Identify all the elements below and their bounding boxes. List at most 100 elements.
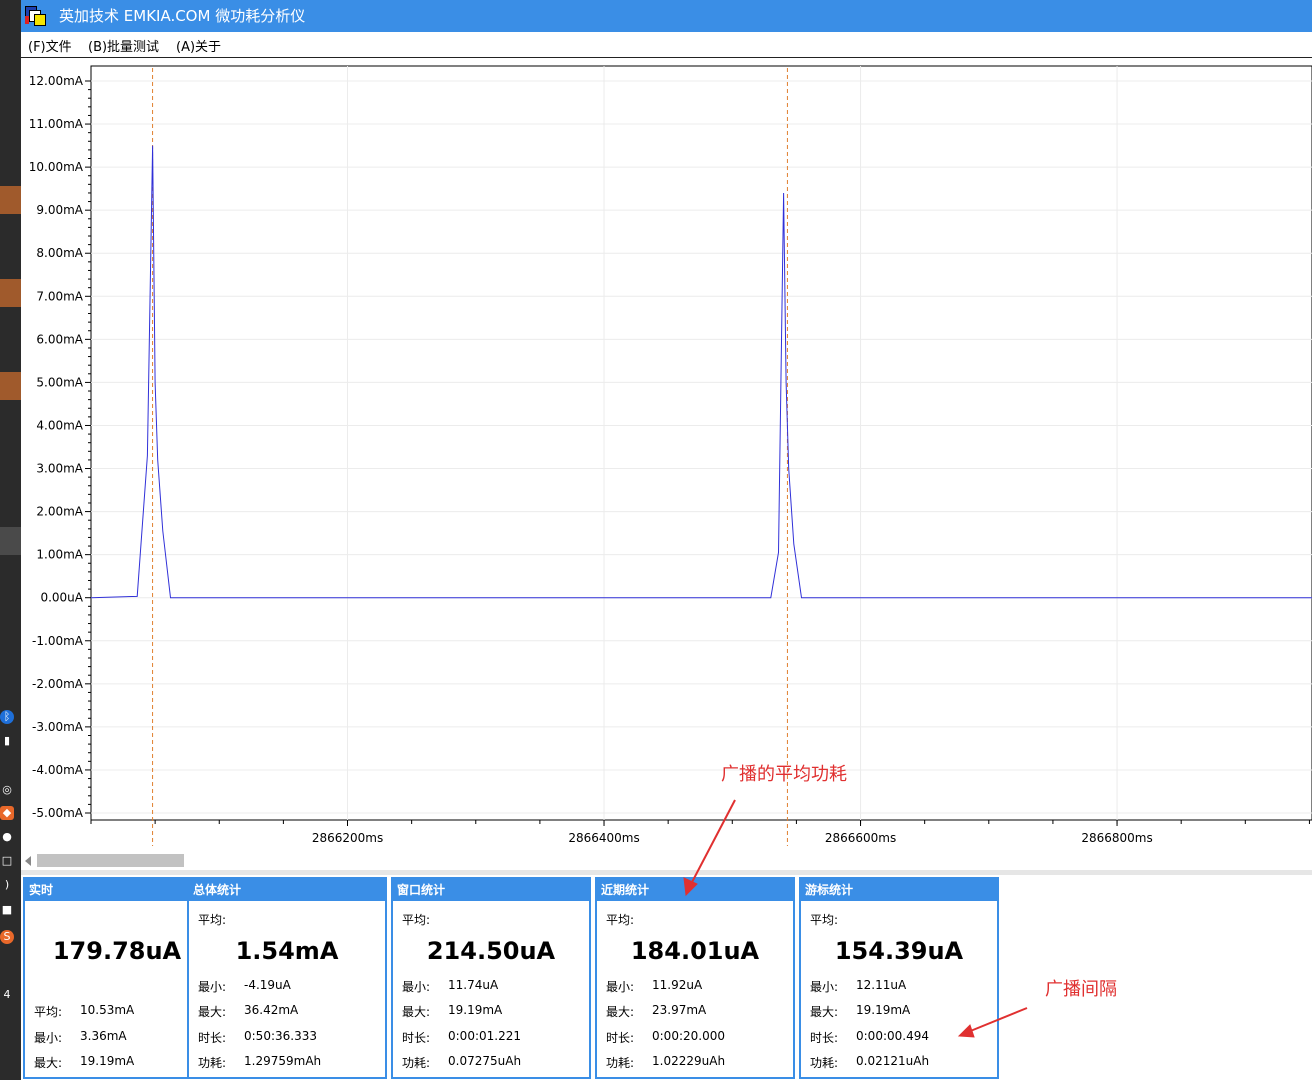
wifi-icon[interactable]: ) <box>0 878 14 892</box>
taskbar-item[interactable] <box>0 527 21 555</box>
y-tick-label: -5.00mA <box>32 806 84 820</box>
row-value: 0:00:01.221 <box>448 1029 521 1043</box>
x-tick-label: 2866800ms <box>1081 831 1152 845</box>
y-tick-label: -4.00mA <box>32 763 84 777</box>
bluetooth-icon[interactable]: ᛒ <box>0 710 14 724</box>
y-tick-label: 9.00mA <box>36 203 83 217</box>
panel-title: 窗口统计 <box>393 879 589 901</box>
panel-title: 实时 <box>25 879 209 901</box>
y-tick-label: 4.00mA <box>36 418 83 432</box>
y-tick-label: 6.00mA <box>36 332 83 346</box>
row-value: 23.97mA <box>652 1003 707 1017</box>
y-tick-label: 8.00mA <box>36 246 83 260</box>
desktop-side-strip: ᛒ ▮ ◎ ◆ ● □ ) ■ S 4 <box>0 0 21 1080</box>
row-value: 0.02121uAh <box>856 1054 930 1068</box>
y-tick-label: -2.00mA <box>32 677 84 691</box>
taskbar-item[interactable] <box>0 279 21 307</box>
row-value: -4.19uA <box>244 978 291 992</box>
plot-frame <box>90 65 1312 821</box>
panel-title: 近期统计 <box>597 879 793 901</box>
row-label: 最小: <box>810 980 839 994</box>
row-label: 功耗: <box>606 1056 635 1070</box>
y-tick-label: 12.00mA <box>29 74 84 88</box>
taskbar-item[interactable] <box>0 186 21 214</box>
row-value: 0:00:20.000 <box>652 1029 725 1043</box>
y-tick-label: -3.00mA <box>32 720 84 734</box>
taskbar-item[interactable] <box>0 372 21 400</box>
y-tick-label: 10.00mA <box>29 160 84 174</box>
menu-batch-test[interactable]: (B)批量测试 <box>88 36 159 55</box>
qq-icon[interactable]: ● <box>0 830 14 844</box>
row-label: 最大: <box>402 1005 431 1019</box>
row-label: 最大: <box>606 1005 635 1019</box>
app-tray-icon[interactable]: ◎ <box>0 783 14 797</box>
window-average-value: 214.50uA <box>426 937 556 965</box>
annotation-broadcast-avg-power: 广播的平均功耗 <box>721 764 847 785</box>
row-value: 12.11uA <box>856 978 907 992</box>
row-label: 时长: <box>198 1031 227 1045</box>
row-value: 3.36mA <box>80 1029 127 1043</box>
menu-bar: (F)文件 (B)批量测试 (A)关于 <box>21 32 1312 58</box>
panel-window-stats: 窗口统计 平均: 214.50uA 最小: 11.74uA 最大: 19.19m… <box>391 877 591 1079</box>
security-icon[interactable]: ■ <box>0 903 14 917</box>
row-value: 19.19mA <box>448 1003 503 1017</box>
panel-title: 总体统计 <box>189 879 385 901</box>
avg-label: 平均: <box>606 913 635 927</box>
network-icon[interactable]: ▮ <box>0 734 14 748</box>
row-label: 最大: <box>198 1005 227 1019</box>
avg-label: 平均: <box>402 913 431 927</box>
row-value: 11.92uA <box>652 978 703 992</box>
row-value: 0:50:36.333 <box>244 1029 317 1043</box>
app-tray-icon[interactable]: □ <box>0 854 14 868</box>
y-tick-label: 5.00mA <box>36 375 83 389</box>
menu-file[interactable]: (F)文件 <box>28 36 72 55</box>
y-tick-label: -1.00mA <box>32 634 84 648</box>
row-label: 最小: <box>402 980 431 994</box>
menu-about[interactable]: (A)关于 <box>176 36 221 55</box>
panel-recent-stats: 近期统计 平均: 184.01uA 最小: 11.92uA 最大: 23.97m… <box>595 877 795 1079</box>
row-label: 功耗: <box>810 1056 839 1070</box>
row-value: 19.19mA <box>80 1054 135 1068</box>
row-value: 1.29759mAh <box>244 1054 322 1068</box>
panel-cursor-stats: 游标统计 平均: 154.39uA 最小: 12.11uA 最大: 19.19m… <box>799 877 999 1079</box>
x-tick-label: 2866200ms <box>312 831 383 845</box>
x-tick-label: 2866400ms <box>568 831 639 845</box>
row-label: 时长: <box>402 1031 431 1045</box>
current-chart[interactable]: 12.00mA 11.00mA 10.00mA 9.00mA 8.00mA 7.00mA 6… <box>21 58 1312 870</box>
side-strip-label: 4 <box>3 988 11 1001</box>
row-value: 0:00:00.494 <box>856 1029 929 1043</box>
row-value: 19.19mA <box>856 1003 911 1017</box>
y-tick-label: 1.00mA <box>36 548 83 562</box>
y-tick-label: 2.00mA <box>36 505 83 519</box>
realtime-current-value: 179.78uA <box>52 937 182 965</box>
title-bar: 英加技术 EMKIA.COM 微功耗分析仪 <box>21 0 1312 32</box>
panel-divider <box>21 870 1312 875</box>
row-label: 功耗: <box>402 1056 431 1070</box>
scroll-thumb[interactable] <box>37 854 184 867</box>
chart-horizontal-scrollbar[interactable] <box>21 852 1312 870</box>
row-label: 平均: <box>34 1005 63 1019</box>
current-waveform-chart[interactable]: 12.00mA 11.00mA 10.00mA 9.00mA 8.00mA 7.00mA 6… <box>21 58 1312 870</box>
annotation-broadcast-interval: 广播间隔 <box>1045 979 1117 1000</box>
row-value: 0.07275uAh <box>448 1054 522 1068</box>
panel-overall-stats: 总体统计 平均: 1.54mA 最小: -4.19uA 最大: 36.42mA … <box>187 877 387 1079</box>
app-tray-icon[interactable]: ◆ <box>0 806 14 820</box>
avg-label: 平均: <box>198 913 227 927</box>
row-value: 1.02229uAh <box>652 1054 726 1068</box>
row-label: 功耗: <box>198 1056 227 1070</box>
row-label: 最小: <box>34 1031 63 1045</box>
panel-title: 游标统计 <box>801 879 997 901</box>
overall-average-value: 1.54mA <box>235 937 339 965</box>
row-value: 36.42mA <box>244 1003 299 1017</box>
row-label: 时长: <box>606 1031 635 1045</box>
window-title: 英加技术 EMKIA.COM 微功耗分析仪 <box>59 7 306 25</box>
app-tray-icon[interactable]: S <box>0 930 14 944</box>
app-logo-icon <box>25 6 47 26</box>
y-tick-label: 7.00mA <box>36 289 83 303</box>
row-value: 11.74uA <box>448 978 499 992</box>
row-label: 最小: <box>606 980 635 994</box>
row-label: 最大: <box>34 1056 63 1070</box>
scroll-left-arrow-icon[interactable] <box>25 856 31 866</box>
y-tick-label: 3.00mA <box>36 462 83 476</box>
row-label: 时长: <box>810 1031 839 1045</box>
